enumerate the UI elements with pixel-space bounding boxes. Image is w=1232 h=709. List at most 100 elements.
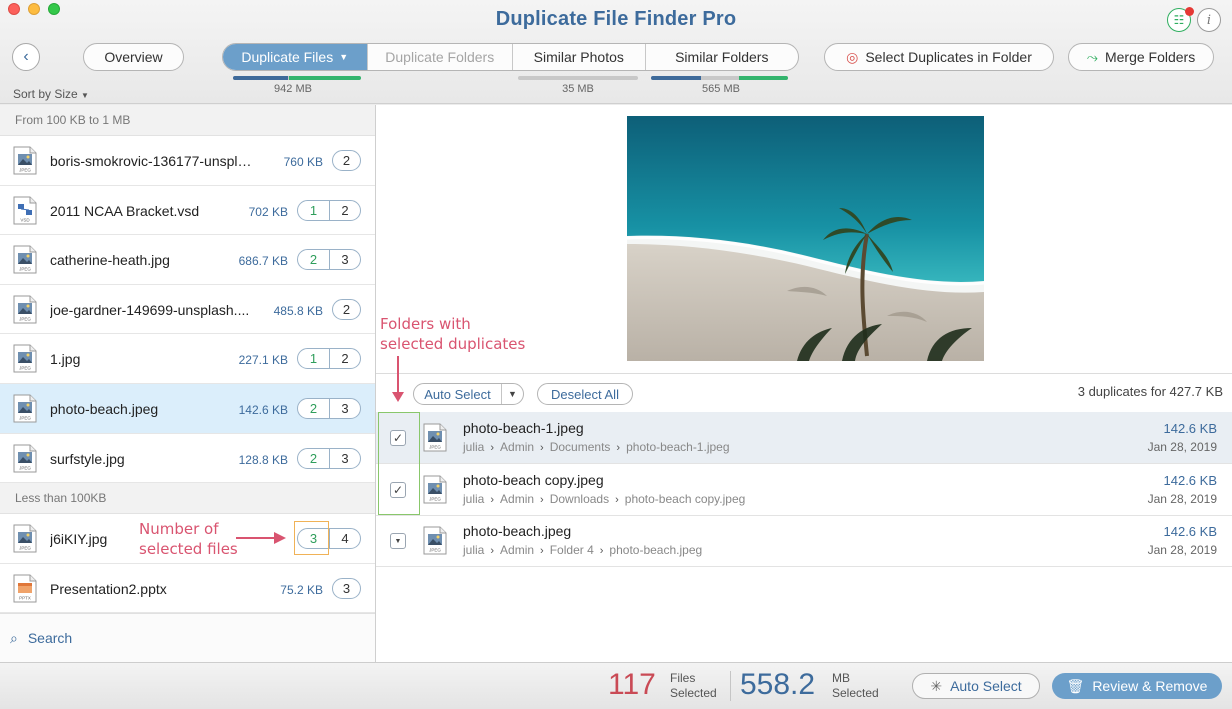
path-separator-icon: › bbox=[490, 545, 495, 558]
duplicate-row[interactable]: ✓ JPEG photo-beach-1.jpeg julia › Admin › Docum… bbox=[376, 412, 1232, 464]
path-segment[interactable]: Admin bbox=[500, 440, 534, 454]
duplicate-count-badge[interactable]: 23 bbox=[297, 447, 361, 469]
duplicate-count-badge[interactable]: 2 bbox=[332, 298, 361, 320]
path-segment[interactable]: Admin bbox=[500, 543, 534, 557]
tab-label: Duplicate Files bbox=[241, 49, 334, 65]
auto-select-button[interactable]: ✳ Auto Select bbox=[912, 673, 1040, 699]
tab-duplicate-folders[interactable]: Duplicate Folders bbox=[368, 44, 513, 70]
back-button[interactable]: ‹ bbox=[12, 43, 40, 71]
bar-fill-blue bbox=[651, 76, 701, 80]
dropdown-checkbox[interactable]: ▼ bbox=[390, 533, 406, 550]
file-list-item[interactable]: JPEG 1.jpg 227.1 KB 1 2 bbox=[0, 334, 375, 384]
file-list-item[interactable]: JPEG photo-beach.jpeg 142.6 KB 2 3 bbox=[0, 383, 375, 434]
path-segment[interactable]: julia bbox=[463, 492, 484, 506]
path-separator-icon: › bbox=[599, 545, 604, 558]
duplicates-summary: 3 duplicates for 427.7 KB bbox=[1077, 384, 1223, 399]
path-segment[interactable]: photo-beach copy.jpeg bbox=[625, 492, 746, 506]
merge-folders-button[interactable]: ⤳ Merge Folders bbox=[1068, 43, 1214, 71]
files-selected-count: 117 bbox=[608, 668, 656, 701]
annotation-arrow-down bbox=[392, 356, 404, 402]
file-list-item[interactable]: VSD 2011 NCAA Bracket.vsd 702 KB 1 2 bbox=[0, 186, 375, 236]
jpeg-file-icon: JPEG bbox=[13, 344, 37, 373]
duplicate-date: Jan 28, 2019 bbox=[1147, 543, 1217, 558]
trash-icon: 🗑 bbox=[1066, 677, 1085, 694]
jpeg-file-icon: JPEG bbox=[423, 526, 447, 555]
caret-down-icon: ▼ bbox=[394, 537, 402, 545]
search-label: Search bbox=[27, 630, 73, 646]
caret-down-icon[interactable]: ▼ bbox=[339, 52, 348, 62]
overview-button[interactable]: Overview bbox=[83, 43, 184, 71]
notification-dot bbox=[1185, 7, 1194, 16]
tab-similar-photos[interactable]: Similar Photos bbox=[513, 44, 646, 70]
file-list-item[interactable]: JPEG boris-smokrovic-136177-unspla... 760 … bbox=[0, 136, 375, 186]
svg-text:PPTX: PPTX bbox=[19, 595, 31, 600]
info-icon[interactable]: i bbox=[1197, 8, 1221, 32]
path-separator-icon: › bbox=[490, 493, 495, 506]
search-input[interactable]: ⌕ Search bbox=[0, 613, 375, 662]
path-segment[interactable]: julia bbox=[463, 440, 484, 454]
category-tabs: Duplicate Files ▼ Duplicate Folders Simi… bbox=[222, 43, 799, 71]
label-line: Selected bbox=[670, 686, 717, 700]
file-size: 702 KB bbox=[248, 204, 288, 219]
target-icon: ◎ bbox=[846, 48, 859, 65]
deselect-all-button[interactable]: Deselect All bbox=[537, 383, 633, 405]
select-duplicates-in-folder-button[interactable]: ◎ Select Duplicates in Folder bbox=[824, 43, 1054, 71]
duplicate-path: julia › Admin › Documents › photo-beach-1.jpeg bbox=[463, 440, 730, 454]
file-list-item[interactable]: JPEG surfstyle.jpg 128.8 KB 2 3 bbox=[0, 434, 375, 484]
path-segment[interactable]: Downloads bbox=[550, 492, 609, 506]
file-name: Presentation2.pptx bbox=[50, 580, 167, 597]
tab-duplicate-files[interactable]: Duplicate Files ▼ bbox=[223, 44, 368, 70]
similar-folders-size-bar bbox=[651, 76, 788, 80]
file-list-item[interactable]: JPEG catherine-heath.jpg 686.7 KB 2 3 bbox=[0, 235, 375, 285]
review-and-remove-button[interactable]: 🗑 Review & Remove bbox=[1052, 673, 1222, 699]
duplicate-count-badge[interactable]: 2 bbox=[332, 150, 361, 171]
similar-photos-size-bar bbox=[518, 76, 638, 80]
svg-text:JPEG: JPEG bbox=[429, 496, 441, 501]
jpeg-file-icon: JPEG bbox=[423, 423, 447, 452]
bar-fill-green bbox=[739, 76, 788, 80]
file-list-item[interactable]: JPEG joe-gardner-149699-unsplash.... 485.8… bbox=[0, 285, 375, 335]
duplicate-count-badge[interactable]: 3 bbox=[332, 577, 361, 599]
auto-select-dropdown[interactable]: Auto Select ▼ bbox=[413, 383, 524, 405]
beach-photo-image bbox=[627, 116, 984, 361]
file-size: 686.7 KB bbox=[238, 254, 288, 269]
duplicate-count-badge[interactable]: 23 bbox=[297, 397, 361, 419]
annotation-folders: Folders with selected duplicates bbox=[380, 314, 525, 354]
button-label: Select Duplicates in Folder bbox=[865, 49, 1032, 65]
duplicate-row[interactable]: ✓ JPEG photo-beach copy.jpeg julia › Admin › Do… bbox=[376, 464, 1232, 516]
duplicate-name: photo-beach.jpeg bbox=[463, 523, 572, 540]
duplicate-date: Jan 28, 2019 bbox=[1147, 440, 1217, 454]
svg-text:JPEG: JPEG bbox=[19, 267, 31, 272]
path-segment[interactable]: Admin bbox=[500, 492, 534, 506]
path-segment[interactable]: Documents bbox=[550, 440, 611, 454]
bar-fill-blue bbox=[233, 76, 288, 80]
duplicate-count-badge[interactable]: 12 bbox=[297, 348, 361, 370]
sort-label: Sort by Size bbox=[13, 87, 78, 101]
duplicate-row[interactable]: ▼ JPEG photo-beach.jpeg julia › Admin › Folder … bbox=[376, 515, 1232, 568]
selected-count: 2 bbox=[309, 400, 318, 416]
svg-text:JPEG: JPEG bbox=[19, 316, 31, 321]
total-count: 3 bbox=[329, 448, 360, 468]
svg-text:JPEG: JPEG bbox=[19, 415, 31, 420]
path-separator-icon: › bbox=[540, 493, 544, 506]
jpeg-file-icon: JPEG bbox=[423, 475, 447, 504]
auto-select-label: Auto Select bbox=[424, 386, 491, 402]
sort-by-dropdown[interactable]: Sort by Size ▼ bbox=[13, 87, 89, 101]
path-segment[interactable]: photo-beach.jpeg bbox=[609, 543, 702, 557]
total-count: 3 bbox=[329, 398, 360, 418]
duplicate-count-badge[interactable]: 12 bbox=[297, 199, 361, 221]
tab-similar-folders[interactable]: Similar Folders bbox=[646, 44, 798, 70]
file-list-item[interactable]: PPTX Presentation2.pptx 75.2 KB 3 bbox=[0, 564, 375, 614]
caret-down-icon[interactable]: ▼ bbox=[501, 384, 523, 404]
path-segment[interactable]: Folder 4 bbox=[550, 543, 594, 557]
file-size: 128.8 KB bbox=[238, 452, 288, 467]
duplicate-count-badge[interactable]: 23 bbox=[297, 249, 361, 271]
svg-text:JPEG: JPEG bbox=[429, 445, 441, 450]
svg-text:JPEG: JPEG bbox=[19, 366, 31, 371]
selected-count: 2 bbox=[309, 450, 318, 466]
annotation-arrow-right bbox=[236, 532, 286, 544]
path-separator-icon: › bbox=[490, 442, 495, 454]
path-segment[interactable]: julia bbox=[463, 543, 484, 557]
total-count: 2 bbox=[329, 349, 360, 369]
path-segment[interactable]: photo-beach-1.jpeg bbox=[626, 440, 729, 454]
